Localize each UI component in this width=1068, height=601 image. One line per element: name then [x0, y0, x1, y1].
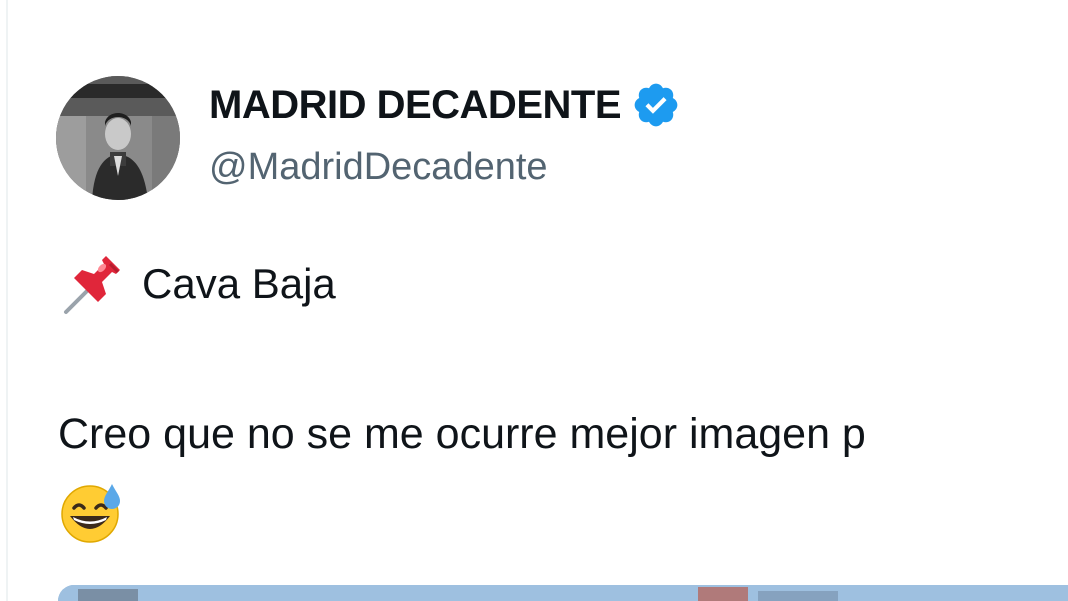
avatar[interactable]: [56, 76, 180, 200]
pinned-location-line: Cava Baja: [60, 252, 336, 316]
tweet-media-image[interactable]: [58, 585, 1068, 601]
handle[interactable]: @MadridDecadente: [209, 146, 548, 189]
tweet[interactable]: MADRID DECADENTE @MadridDecadente Cava B…: [0, 0, 1068, 601]
avatar-photo: [56, 76, 180, 200]
tweet-body-text: Creo que no se me ocurre mejor imagen p: [58, 410, 866, 458]
pinned-location-text: Cava Baja: [142, 260, 336, 307]
verified-badge-icon[interactable]: [631, 80, 681, 130]
display-name[interactable]: MADRID DECADENTE: [209, 83, 622, 128]
grinning-face-with-sweat-icon: [58, 480, 128, 544]
pushpin-icon: [60, 252, 126, 316]
